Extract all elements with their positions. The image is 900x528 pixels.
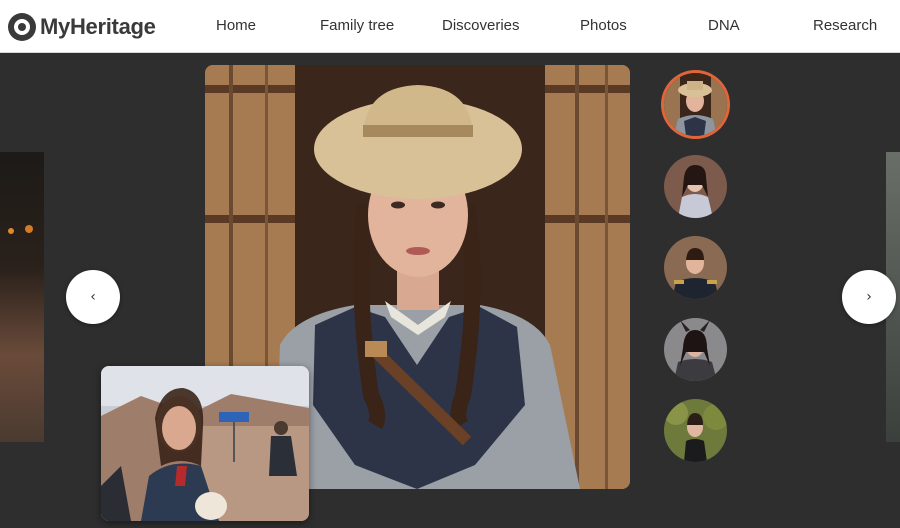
style-thumbnail-cowgirl[interactable]	[664, 73, 727, 136]
nav-item-family-tree[interactable]: Family tree	[320, 17, 394, 34]
brand-name: MyHeritage	[40, 14, 156, 39]
style-thumbnail-victorian-lady[interactable]	[664, 155, 727, 218]
chevron-left-icon: ‹	[90, 289, 96, 305]
previous-arrow-button[interactable]: ‹	[66, 270, 120, 324]
myheritage-logo[interactable]: MyHeritage	[8, 12, 156, 42]
myheritage-logo-icon	[8, 13, 36, 41]
previous-photo-preview[interactable]	[0, 152, 44, 442]
nav-item-dna[interactable]: DNA	[708, 17, 740, 34]
nav-item-discoveries[interactable]: Discoveries	[442, 17, 520, 34]
style-thumbnail-forest-dress[interactable]	[664, 399, 727, 462]
original-selfie-photo	[101, 366, 309, 521]
nav-item-photos[interactable]: Photos	[580, 17, 627, 34]
style-thumbnail-horned-warrior[interactable]	[664, 318, 727, 381]
top-navigation-bar: MyHeritage Home Family tree Discoveries …	[0, 0, 900, 53]
style-thumbnail-military-officer[interactable]	[664, 236, 727, 299]
next-arrow-button[interactable]: ›	[842, 270, 896, 324]
chevron-right-icon: ›	[866, 289, 872, 305]
nav-item-home[interactable]: Home	[216, 17, 256, 34]
portrait-carousel: ‹ ›	[0, 54, 900, 528]
nav-item-research[interactable]: Research	[813, 17, 877, 34]
